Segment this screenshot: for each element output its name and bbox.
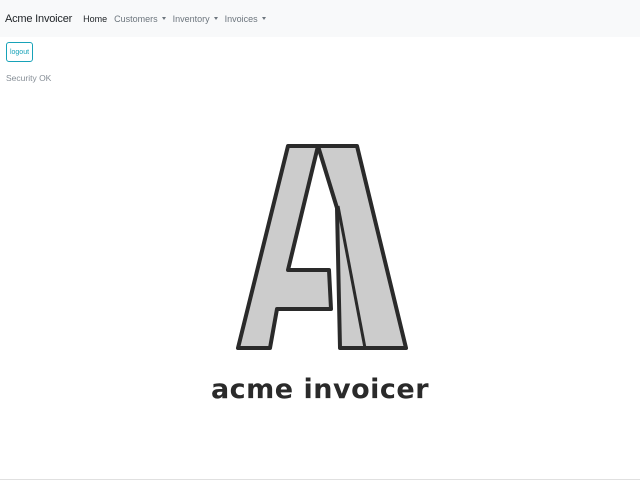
caret-down-icon [161,17,166,20]
nav-home[interactable]: Home [83,14,107,24]
caret-down-icon [213,17,218,20]
logo-wordmark: acme invoicer [210,374,430,405]
top-navbar: Acme Invoicer Home Customers Inventory I… [0,0,640,37]
nav-home-label: Home [83,13,108,24]
nav-inventory-label: Inventory [172,13,210,24]
nav-invoices-label: Invoices [224,13,258,24]
logout-button[interactable]: logout [6,42,33,62]
caret-down-icon [261,17,266,20]
acme-logo-icon [236,144,408,350]
nav-inventory-dropdown[interactable]: Inventory [173,14,218,24]
navbar-brand[interactable]: Acme Invoicer [5,13,72,25]
nav-customers-label: Customers [114,13,158,24]
nav-customers-dropdown[interactable]: Customers [114,14,166,24]
nav-invoices-dropdown[interactable]: Invoices [225,14,266,24]
security-status: Security OK [6,73,52,83]
